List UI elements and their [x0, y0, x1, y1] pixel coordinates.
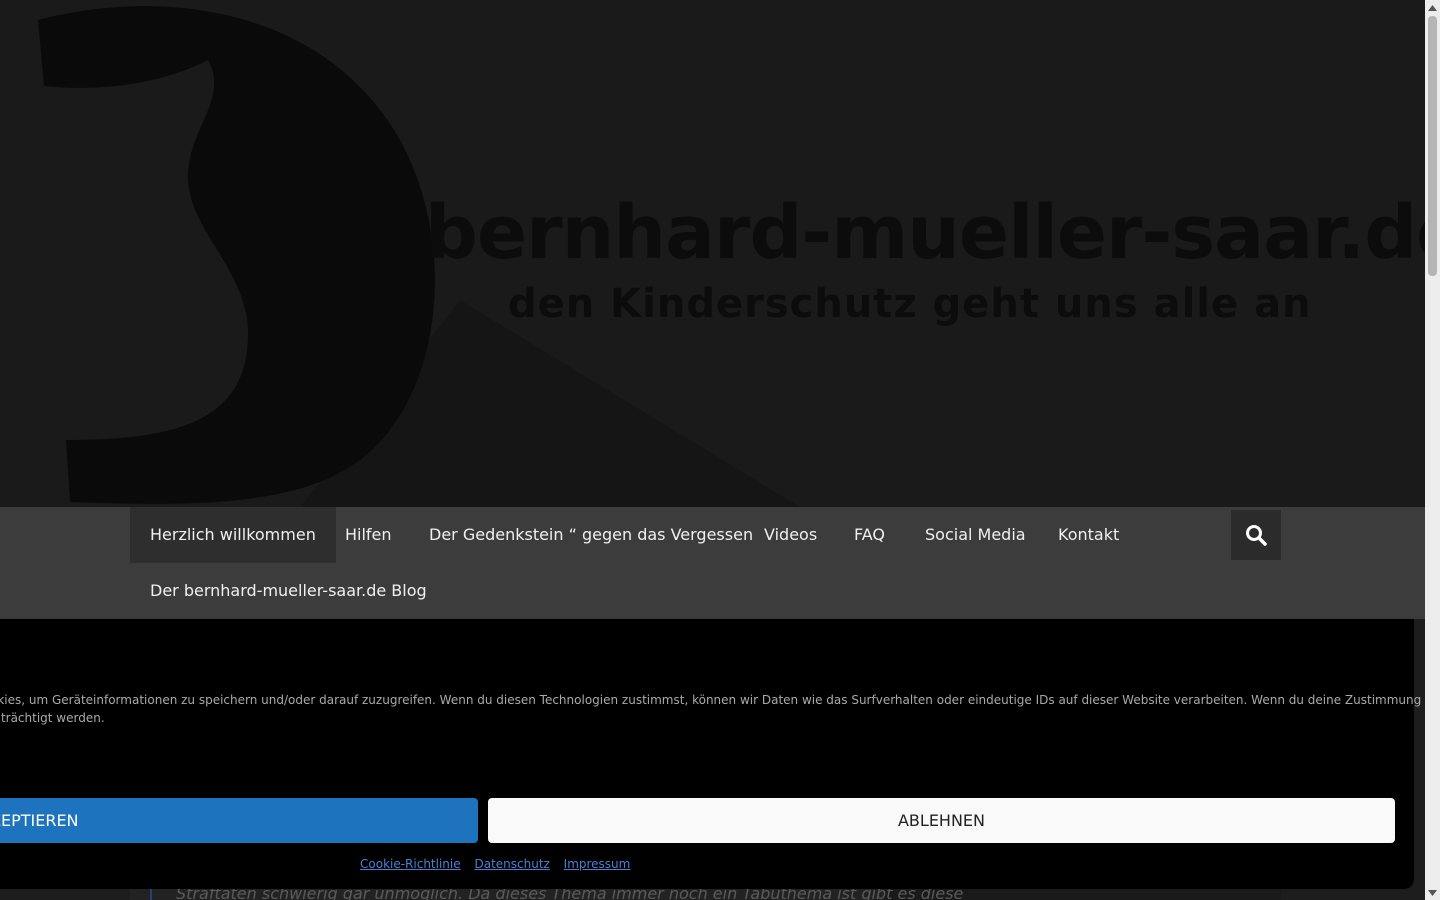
vertical-scrollbar[interactable] [1425, 0, 1440, 900]
nav-item-faq[interactable]: FAQ [834, 507, 905, 563]
scrollbar-thumb[interactable] [1428, 16, 1437, 276]
nav-item-videos[interactable]: Videos [744, 507, 837, 563]
scroll-down-icon[interactable] [1425, 885, 1440, 900]
imprint-link[interactable]: Impressum [564, 857, 631, 871]
nav-item-hilfen[interactable]: Hilfen [325, 507, 412, 563]
main-navigation: Herzlich willkommen Hilfen Der Gedenkste… [0, 507, 1425, 619]
cookie-text-line-1: okies, um Geräteinformationen zu speiche… [0, 693, 1425, 707]
cookie-links: Cookie-Richtlinie Datenschutz Impressum [360, 857, 640, 871]
accept-cookies-button[interactable]: ZEPTIEREN [0, 798, 478, 843]
nav-item-herzlich-willkommen[interactable]: Herzlich willkommen [130, 507, 336, 563]
nav-item-gedenkstein[interactable]: Der Gedenkstein “ gegen das Vergessen [409, 507, 773, 563]
site-title: bernhard-mueller-saar.de [425, 190, 1425, 276]
accept-cookies-label: ZEPTIEREN [0, 811, 79, 830]
cookie-policy-link[interactable]: Cookie-Richtlinie [360, 857, 461, 871]
search-button[interactable] [1231, 510, 1281, 560]
nav-item-kontakt[interactable]: Kontakt [1038, 507, 1139, 563]
cookie-text-line-2: inträchtigt werden. [0, 711, 105, 725]
page-viewport: bernhard-mueller-saar.de den Kinderschut… [0, 0, 1425, 900]
site-tagline: den Kinderschutz geht uns alle an [508, 281, 1312, 327]
search-icon [1246, 525, 1267, 546]
nav-item-social-media[interactable]: Social Media [905, 507, 1046, 563]
scroll-up-icon[interactable] [1425, 0, 1440, 15]
privacy-link[interactable]: Datenschutz [474, 857, 549, 871]
nav-item-blog[interactable]: Der bernhard-mueller-saar.de Blog [130, 563, 447, 619]
deny-cookies-button[interactable]: ABLEHNEN [488, 798, 1395, 843]
cookie-consent-banner: okies, um Geräteinformationen zu speiche… [0, 619, 1425, 889]
site-header: bernhard-mueller-saar.de den Kinderschut… [0, 0, 1425, 507]
